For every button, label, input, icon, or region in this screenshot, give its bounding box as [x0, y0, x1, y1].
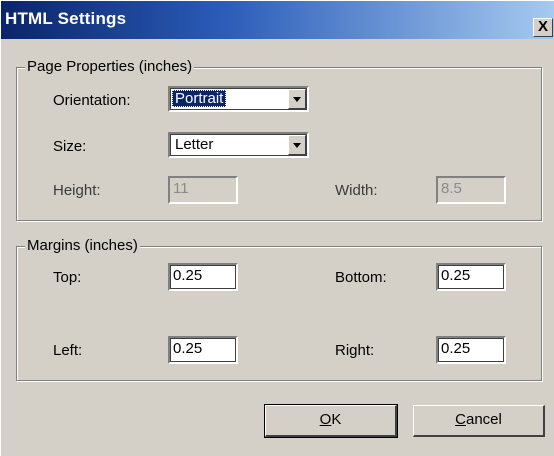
close-button[interactable]: X	[533, 18, 553, 37]
top-margin-field[interactable]: 0.25	[168, 263, 238, 291]
width-field[interactable]: 8.5	[436, 176, 506, 204]
size-label: Size:	[53, 138, 87, 155]
width-label: Width:	[335, 182, 378, 199]
bottom-margin-field[interactable]: 0.25	[436, 263, 506, 291]
ok-mnemonic: O	[319, 411, 332, 428]
orientation-select[interactable]: Portrait	[168, 86, 309, 112]
dialog-title: HTML Settings	[5, 9, 127, 28]
chevron-down-icon[interactable]	[288, 135, 306, 155]
cancel-label-rest: ancel	[465, 411, 502, 428]
size-select[interactable]: Letter	[168, 132, 309, 158]
cancel-button[interactable]: Cancel	[413, 405, 545, 437]
cancel-mnemonic: C	[455, 411, 466, 428]
ok-button[interactable]: OK	[264, 404, 398, 438]
ok-label-rest: K	[331, 411, 342, 428]
title-bar[interactable]: HTML Settings X	[1, 1, 554, 39]
margins-legend: Margins (inches)	[25, 237, 140, 255]
chevron-down-icon[interactable]	[288, 89, 306, 109]
orientation-selected-value: Portrait	[172, 90, 227, 107]
top-margin-label: Top:	[53, 269, 82, 286]
left-margin-field[interactable]: 0.25	[168, 336, 238, 364]
bottom-margin-label: Bottom:	[335, 269, 387, 286]
height-field[interactable]: 11	[168, 176, 238, 204]
close-icon: X	[537, 18, 548, 35]
right-margin-label: Right:	[335, 342, 375, 359]
page-properties-legend: Page Properties (inches)	[25, 58, 195, 76]
right-margin-field[interactable]: 0.25	[436, 336, 506, 364]
size-selected-value: Letter	[175, 136, 214, 153]
html-settings-dialog: HTML Settings X Page Properties (inches)…	[0, 0, 554, 456]
height-label: Height:	[53, 182, 101, 199]
orientation-label: Orientation:	[53, 92, 131, 109]
left-margin-label: Left:	[53, 342, 83, 359]
